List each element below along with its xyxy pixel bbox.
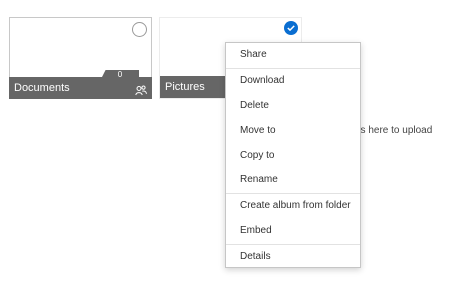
context-menu: Share Download Delete Move to Copy to Re… bbox=[225, 42, 361, 268]
menu-item-rename[interactable]: Rename bbox=[226, 168, 360, 195]
menu-item-details[interactable]: Details bbox=[226, 245, 360, 270]
menu-item-download[interactable]: Download bbox=[226, 69, 360, 94]
menu-item-delete[interactable]: Delete bbox=[226, 94, 360, 119]
menu-item-create-album[interactable]: Create album from folder bbox=[226, 194, 360, 219]
select-circle-icon[interactable] bbox=[132, 22, 147, 37]
people-icon bbox=[135, 82, 147, 104]
menu-item-share[interactable]: Share bbox=[226, 43, 360, 69]
folder-tile-documents[interactable]: 0 Documents bbox=[9, 17, 152, 99]
upload-hint-text: es here to upload bbox=[355, 125, 433, 136]
folder-name: Pictures bbox=[165, 81, 205, 93]
menu-item-copy-to[interactable]: Copy to bbox=[226, 144, 360, 169]
folder-name: Documents bbox=[14, 82, 70, 94]
menu-item-move-to[interactable]: Move to bbox=[226, 119, 360, 144]
menu-item-embed[interactable]: Embed bbox=[226, 219, 360, 246]
folder-name-bar: Documents bbox=[9, 77, 152, 99]
checkmark-circle-icon[interactable] bbox=[284, 21, 298, 35]
